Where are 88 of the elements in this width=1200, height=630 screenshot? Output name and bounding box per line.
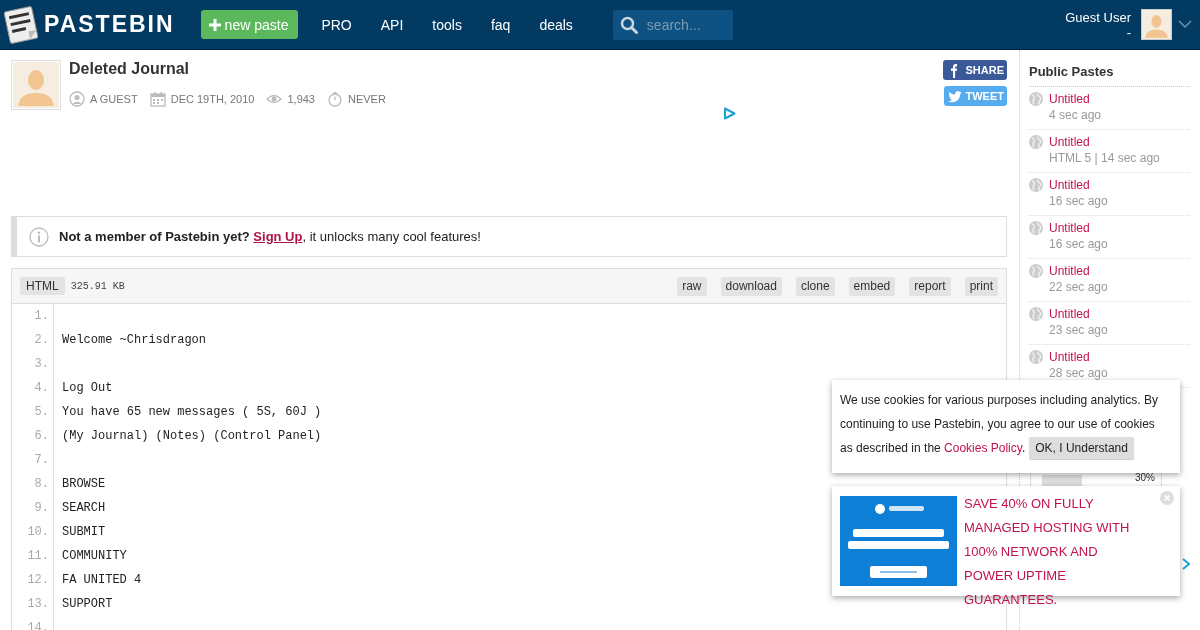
paste-meta: 16 sec ago (1049, 193, 1108, 209)
paste-link[interactable]: Untitled (1049, 306, 1108, 322)
nav-link[interactable]: tools (429, 16, 465, 33)
line-number: 3. (34, 357, 49, 371)
cookies-policy-link[interactable]: Cookies Policy (944, 441, 1022, 455)
globe-icon (1029, 221, 1043, 235)
paste-meta: 28 sec ago (1049, 365, 1108, 381)
user-icon (69, 91, 85, 107)
paste-action-button[interactable]: embed (848, 276, 896, 296)
code-line: BROWSE (62, 477, 106, 491)
globe-icon (1029, 350, 1043, 364)
paste-action-button[interactable]: report (909, 276, 951, 296)
stopwatch-icon (327, 91, 343, 107)
search-icon (619, 15, 638, 34)
code-line: COMMUNITY (62, 549, 127, 563)
author-text: A GUEST (90, 93, 138, 105)
globe-icon (1029, 307, 1043, 321)
line-number: 11. (27, 549, 49, 563)
code-line: FA UNITED 4 (62, 573, 142, 587)
line-number: 7. (34, 453, 49, 467)
close-icon[interactable] (1160, 491, 1174, 505)
nav-link[interactable]: faq (487, 16, 514, 33)
percent-text: 30% (1135, 473, 1155, 483)
paste-link[interactable]: Untitled (1049, 91, 1102, 107)
views-text: 1,943 (287, 93, 315, 105)
facebook-share-button[interactable]: SHARE (943, 60, 1007, 80)
user-status: - (1126, 24, 1131, 40)
paste-meta: 4 sec ago (1049, 107, 1102, 123)
paste-title: Deleted Journal (69, 60, 191, 78)
paste-action-button[interactable]: download (720, 276, 782, 296)
search-field[interactable]: search... (612, 9, 733, 40)
code-line: You have 65 new messages ( 5S, 60J ) (62, 405, 322, 419)
paste-action-button[interactable]: raw (677, 276, 707, 296)
logo-icon (4, 4, 38, 45)
line-number: 9. (34, 501, 49, 515)
paste-meta: 22 sec ago (1049, 279, 1108, 295)
nav-link[interactable]: API (377, 16, 407, 33)
paste-link[interactable]: Untitled (1049, 349, 1108, 365)
bird-icon (946, 88, 963, 104)
expiry-text: NEVER (348, 93, 386, 105)
code-line: Log Out (62, 381, 113, 395)
globe-icon (1029, 264, 1043, 278)
avatar-icon[interactable] (1141, 9, 1172, 40)
paste-link[interactable]: Untitled (1049, 220, 1108, 236)
avatar-icon (11, 60, 61, 110)
line-number: 8. (34, 477, 49, 491)
accept-cookies-button[interactable]: OK, I Understand (1029, 437, 1134, 459)
plus-icon (208, 18, 221, 31)
calendar-icon (149, 91, 166, 107)
globe-icon (1029, 92, 1043, 106)
paste-meta: HTML 5 | 14 sec ago (1049, 150, 1160, 166)
globe-icon (1029, 135, 1043, 149)
code-line: SUBMIT (62, 525, 106, 539)
user-name[interactable]: Guest User (1065, 9, 1131, 25)
chevron-right-icon (1182, 558, 1190, 570)
paste-meta: 16 sec ago (1049, 236, 1108, 252)
paste-meta: 23 sec ago (1049, 322, 1108, 338)
paste-link[interactable]: Untitled (1049, 177, 1108, 193)
line-number: 5. (34, 405, 49, 419)
adchoices-icon (723, 107, 736, 120)
notice-text: Not a member of Pastebin yet? Sign Up, it unlocks many cool features! (59, 229, 481, 244)
globe-icon (1029, 178, 1043, 192)
code-line: SEARCH (62, 501, 106, 515)
line-number: 10. (27, 525, 49, 539)
paste-link[interactable]: Untitled (1049, 263, 1108, 279)
paste-link[interactable]: Untitled (1049, 134, 1160, 150)
ad-text[interactable]: SAVE 40% ON FULLY MANAGED HOSTING WITH 100% NETWORK AND POWER UPTIME GUARANTEES. (964, 492, 1144, 612)
paste-action-button[interactable]: clone (795, 276, 835, 296)
line-number: 4. (34, 381, 49, 395)
syntax-tag[interactable]: HTML (20, 277, 65, 295)
code-line: (My Journal) (Notes) (Control Panel) (62, 429, 322, 443)
code-line: Welcome ~Chrisdragon (62, 333, 207, 347)
cookie-notice-text: as described in the Cookies Policy. (840, 440, 1026, 457)
nav-link[interactable]: deals (536, 16, 576, 33)
line-number: 12. (27, 573, 49, 587)
line-number: 2. (34, 333, 49, 347)
logo-text[interactable]: PASTEBIN (44, 11, 175, 38)
line-number: 13. (27, 597, 49, 611)
line-number: 1. (34, 309, 49, 323)
file-size: 325.91 KB (70, 280, 126, 292)
line-number: 6. (34, 429, 49, 443)
info-icon (29, 226, 49, 247)
paste-action-button[interactable]: print (964, 276, 998, 296)
nav-link[interactable]: PRO (318, 16, 355, 33)
sidebar-title: Public Pastes (1029, 64, 1190, 87)
date-text: DEC 19TH, 2010 (170, 93, 255, 105)
chevron-down-icon (1178, 20, 1192, 29)
code-line: SUPPORT (62, 597, 113, 611)
